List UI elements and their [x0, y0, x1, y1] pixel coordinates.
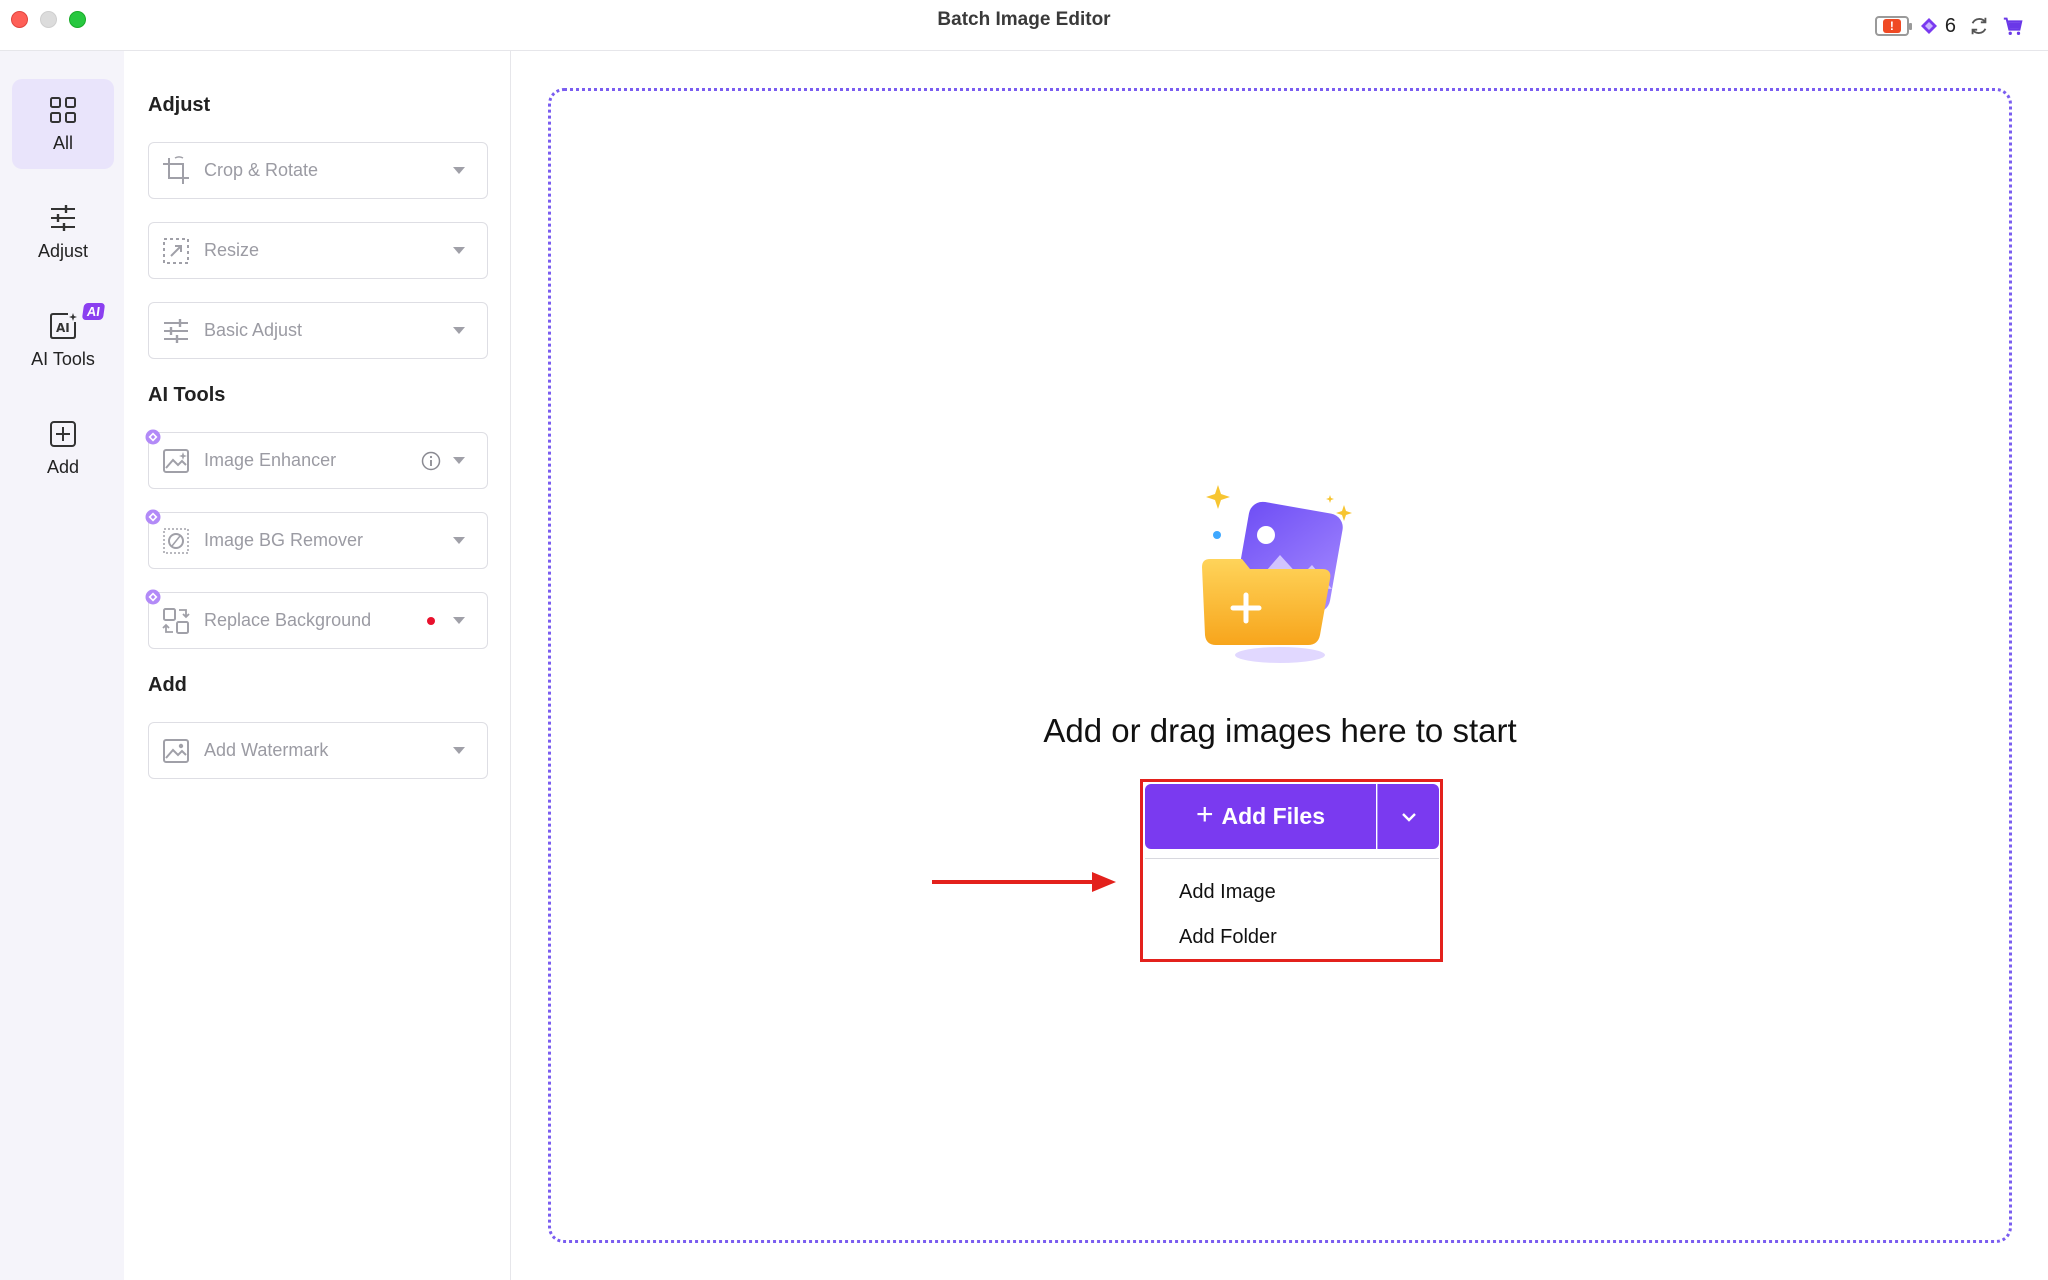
premium-gem-icon — [145, 509, 161, 525]
tool-label: Crop & Rotate — [204, 160, 319, 180]
watermark-icon — [163, 738, 189, 763]
tool-crop-rotate[interactable]: Crop & Rotate — [148, 142, 488, 199]
credit-count: 6 — [1944, 14, 1956, 37]
plus-square-icon — [50, 420, 76, 447]
window-title: Batch Image Editor — [937, 9, 1111, 30]
ai-badge: AI — [81, 303, 106, 320]
tool-label: Resize — [204, 240, 260, 260]
chevron-down-icon[interactable] — [453, 327, 465, 334]
title-bar: Batch Image Editor ! 6 — [0, 0, 2048, 51]
rail-item-ai-tools[interactable]: AI AI Tools AI — [12, 295, 114, 385]
svg-text:AI: AI — [56, 321, 70, 335]
left-rail: All Adjust AI AI Tools AI Add — [0, 51, 124, 1280]
rail-item-all[interactable]: All — [12, 79, 114, 169]
rail-item-adjust[interactable]: Adjust — [12, 187, 114, 277]
tool-label: Basic Adjust — [204, 320, 303, 340]
title-bar-actions: ! 6 — [1874, 12, 2024, 40]
credit-gem-icon — [1920, 18, 1937, 34]
bg-remover-icon — [163, 527, 189, 554]
premium-gem-icon — [145, 429, 161, 445]
tool-image-bg-remover[interactable]: Image BG Remover — [145, 509, 488, 569]
tool-label: Image Enhancer — [204, 450, 337, 470]
grid-icon — [50, 96, 76, 123]
chevron-down-icon[interactable] — [453, 167, 465, 174]
tool-label: Replace Background — [204, 610, 372, 630]
sliders-icon — [164, 318, 188, 343]
chevron-down-icon[interactable] — [453, 617, 465, 624]
chevron-down-icon[interactable] — [453, 457, 465, 464]
section-title-add: Add — [148, 674, 187, 696]
image-enhance-icon — [163, 448, 189, 473]
rail-item-add[interactable]: Add — [12, 403, 114, 493]
chevron-down-icon[interactable] — [453, 247, 465, 254]
chevron-down-icon[interactable] — [453, 747, 465, 754]
battery-warning-icon[interactable]: ! — [1874, 16, 1912, 36]
tool-image-enhancer[interactable]: Image Enhancer — [145, 429, 488, 489]
ai-image-icon: AI — [50, 312, 77, 339]
tool-label: Image BG Remover — [204, 530, 364, 550]
replace-bg-icon — [162, 607, 190, 634]
annotation-highlight-box — [1140, 779, 1443, 962]
refresh-icon[interactable] — [1968, 15, 1990, 37]
tool-label: Add Watermark — [204, 740, 329, 760]
tool-resize[interactable]: Resize — [148, 222, 488, 279]
cart-icon[interactable] — [2002, 15, 2024, 37]
crop-icon — [163, 155, 189, 184]
resize-icon — [163, 237, 189, 264]
tool-basic-adjust[interactable]: Basic Adjust — [148, 302, 488, 359]
sliders-icon — [51, 204, 75, 231]
rail-item-label: Add — [46, 456, 80, 477]
new-indicator-dot — [427, 616, 435, 625]
annotation-arrow-icon — [932, 872, 1116, 892]
drop-instruction-text: Add or drag images here to start — [1043, 712, 1517, 749]
tool-replace-background[interactable]: Replace Background — [145, 589, 488, 649]
rail-item-label: AI Tools — [31, 348, 95, 369]
tools-panel: Adjust Crop & Rotate Resize Basic Adjust… — [124, 51, 511, 1280]
rail-item-label: Adjust — [37, 240, 89, 261]
rail-item-label: All — [52, 132, 73, 153]
battery-warning-mark: ! — [1882, 19, 1901, 33]
add-folder-illustration-icon — [1202, 485, 1352, 663]
tool-add-watermark[interactable]: Add Watermark — [148, 722, 488, 779]
chevron-down-icon[interactable] — [453, 537, 465, 544]
section-title-ai-tools: AI Tools — [148, 384, 226, 406]
section-title-adjust: Adjust — [148, 94, 211, 116]
info-icon[interactable] — [421, 451, 441, 471]
premium-gem-icon — [145, 589, 161, 605]
